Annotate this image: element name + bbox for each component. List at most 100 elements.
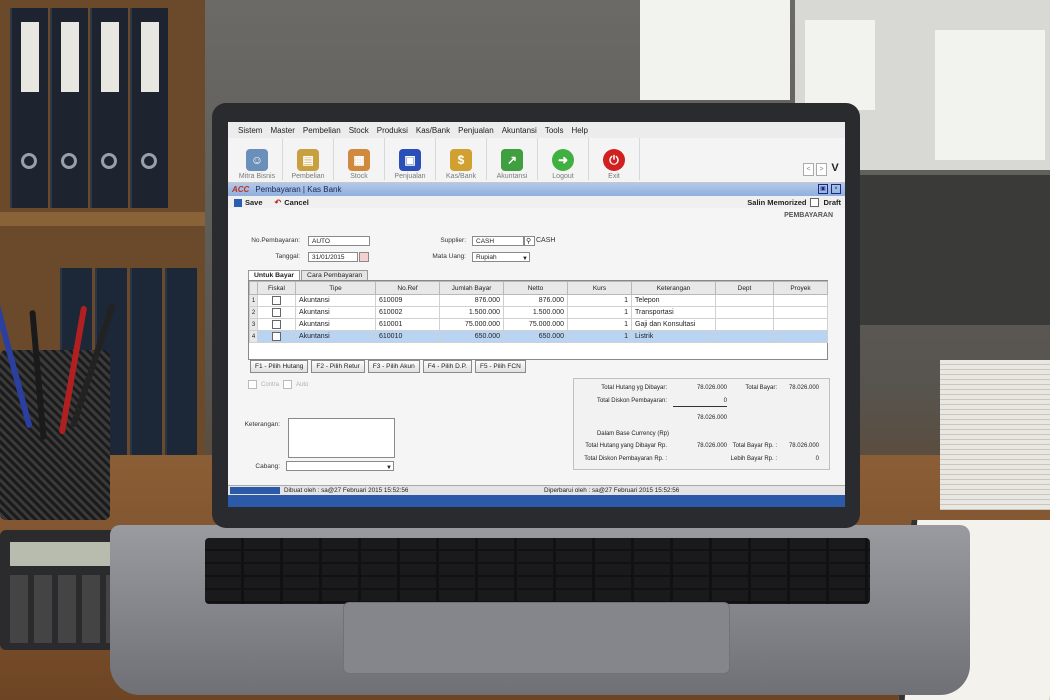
col-no-ref[interactable]: No.Ref [375, 281, 440, 295]
netto-cell[interactable]: 1.500.000 [503, 306, 568, 319]
kurs-cell[interactable]: 1 [567, 330, 632, 343]
jumlah-cell[interactable]: 1.500.000 [439, 306, 504, 319]
next-arrow-button[interactable]: > [816, 163, 827, 176]
tab-cara-pembayaran[interactable]: Cara Pembayaran [301, 270, 369, 280]
menu-produksi[interactable]: Produksi [377, 126, 408, 135]
fiskal-cell[interactable] [257, 330, 296, 343]
fiskal-cell[interactable] [257, 318, 296, 331]
fiskal-checkbox[interactable] [272, 308, 281, 317]
pilih-fcn-button[interactable]: F5 - Pilih FCN [474, 360, 526, 373]
salin-memorized-button[interactable]: Salin Memorized [747, 198, 806, 207]
menu-stock[interactable]: Stock [349, 126, 369, 135]
col-keterangan[interactable]: Keterangan [631, 281, 716, 295]
toolbar-penjualan-button[interactable]: ▣ Penjualan [385, 138, 436, 180]
fiskal-cell[interactable] [257, 294, 296, 307]
cancel-button[interactable]: ↶ Cancel [275, 198, 309, 207]
restore-icon[interactable]: ▣ [818, 184, 828, 194]
menu-penjualan[interactable]: Penjualan [458, 126, 494, 135]
dept-cell[interactable] [715, 306, 774, 319]
fiskal-checkbox[interactable] [272, 296, 281, 305]
pilih-akun-button[interactable]: F3 - Pilih Akun [367, 360, 420, 373]
netto-cell[interactable]: 650.000 [503, 330, 568, 343]
draft-checkbox[interactable] [810, 198, 820, 207]
calendar-icon[interactable] [359, 252, 369, 262]
keterangan-cell[interactable]: Transportasi [631, 306, 716, 319]
search-icon[interactable]: ⚲ [524, 236, 535, 246]
keterangan-cell[interactable]: Listrik [631, 330, 716, 343]
app-logo: ACC [232, 185, 250, 194]
kurs-cell[interactable]: 1 [567, 294, 632, 307]
dept-cell[interactable] [715, 294, 774, 307]
supplier-input[interactable]: CASH [472, 236, 524, 246]
tipe-cell[interactable]: Akuntansi [295, 330, 376, 343]
proyek-cell[interactable] [773, 306, 828, 319]
no-pembayaran-input[interactable]: AUTO [308, 236, 370, 246]
proyek-cell[interactable] [773, 294, 828, 307]
jumlah-cell[interactable]: 650.000 [439, 330, 504, 343]
dept-cell[interactable] [715, 318, 774, 331]
kurs-cell[interactable]: 1 [567, 318, 632, 331]
pilih-hutang-button[interactable]: F1 - Pilih Hutang [250, 360, 309, 373]
netto-cell[interactable]: 75.000.000 [503, 318, 568, 331]
jumlah-cell[interactable]: 876.000 [439, 294, 504, 307]
col-dept[interactable]: Dept [715, 281, 774, 295]
toolbar-logout-button[interactable]: ➜ Logout [538, 138, 589, 180]
netto-cell[interactable]: 876.000 [503, 294, 568, 307]
no-ref-cell[interactable]: 610009 [375, 294, 440, 307]
jumlah-cell[interactable]: 75.000.000 [439, 318, 504, 331]
tipe-cell[interactable]: Akuntansi [295, 318, 376, 331]
col-fiskal[interactable]: Fiskal [257, 281, 296, 295]
keterangan-textarea[interactable] [288, 418, 395, 458]
prev-arrow-button[interactable]: < [803, 163, 814, 176]
table-row[interactable]: 3 Akuntansi 610001 75.000.000 75.000.000… [249, 318, 828, 331]
fiskal-checkbox[interactable] [272, 332, 281, 341]
v-button[interactable]: V [829, 163, 841, 174]
menu-tools[interactable]: Tools [545, 126, 564, 135]
table-row-selected[interactable]: 4 Akuntansi 610010 650.000 650.000 1 Lis… [249, 330, 828, 343]
no-ref-cell[interactable]: 610001 [375, 318, 440, 331]
tanggal-input[interactable]: 31/01/2015 [308, 252, 358, 262]
menu-akuntansi[interactable]: Akuntansi [502, 126, 537, 135]
toolbar-kas-bank-button[interactable]: $ Kas/Bank [436, 138, 487, 180]
pilih-retur-button[interactable]: F2 - Pilih Retur [311, 360, 365, 373]
col-kurs[interactable]: Kurs [567, 281, 632, 295]
fiskal-checkbox[interactable] [272, 320, 281, 329]
keterangan-cell[interactable]: Telepon [631, 294, 716, 307]
kurs-cell[interactable]: 1 [567, 306, 632, 319]
menu-pembelian[interactable]: Pembelian [303, 126, 341, 135]
col-netto[interactable]: Netto [503, 281, 568, 295]
menu-sistem[interactable]: Sistem [238, 126, 262, 135]
table-row[interactable]: 1 Akuntansi 610009 876.000 876.000 1 Tel… [249, 294, 828, 307]
no-ref-cell[interactable]: 610002 [375, 306, 440, 319]
mata-uang-select[interactable]: Rupiah ▼ [472, 252, 530, 262]
toolbar-label: Logout [552, 173, 574, 180]
auto-checkbox[interactable] [283, 380, 293, 389]
toolbar-akuntansi-button[interactable]: ↗ Akuntansi [487, 138, 538, 180]
pilih-dp-button[interactable]: F4 - Pilih D.P. [422, 360, 472, 373]
close-icon[interactable]: × [831, 184, 841, 194]
col-tipe[interactable]: Tipe [295, 281, 376, 295]
contra-checkbox[interactable] [248, 380, 257, 389]
no-ref-cell[interactable]: 610010 [375, 330, 440, 343]
cabang-select[interactable]: ▼ [286, 461, 394, 471]
table-row[interactable]: 2 Akuntansi 610002 1.500.000 1.500.000 1… [249, 306, 828, 319]
menu-kas-bank[interactable]: Kas/Bank [416, 126, 450, 135]
toolbar-mitra-bisnis-button[interactable]: ☺ Mitra Bisnis [232, 138, 283, 180]
menu-master[interactable]: Master [270, 126, 294, 135]
proyek-cell[interactable] [773, 330, 828, 343]
col-proyek[interactable]: Proyek [773, 281, 828, 295]
save-button[interactable]: Save [234, 198, 263, 207]
keterangan-cell[interactable]: Gaji dan Konsultasi [631, 318, 716, 331]
tab-untuk-bayar[interactable]: Untuk Bayar [248, 270, 301, 280]
tipe-cell[interactable]: Akuntansi [295, 306, 376, 319]
tipe-cell[interactable]: Akuntansi [295, 294, 376, 307]
row-number: 4 [249, 330, 258, 343]
dept-cell[interactable] [715, 330, 774, 343]
col-jumlah-bayar[interactable]: Jumlah Bayar [439, 281, 504, 295]
toolbar-pembelian-button[interactable]: ▤ Pembelian [283, 138, 334, 180]
fiskal-cell[interactable] [257, 306, 296, 319]
toolbar-exit-button[interactable]: ⏻ Exit [589, 138, 640, 180]
toolbar-stock-button[interactable]: ▦ Stock [334, 138, 385, 180]
proyek-cell[interactable] [773, 318, 828, 331]
menu-help[interactable]: Help [572, 126, 588, 135]
